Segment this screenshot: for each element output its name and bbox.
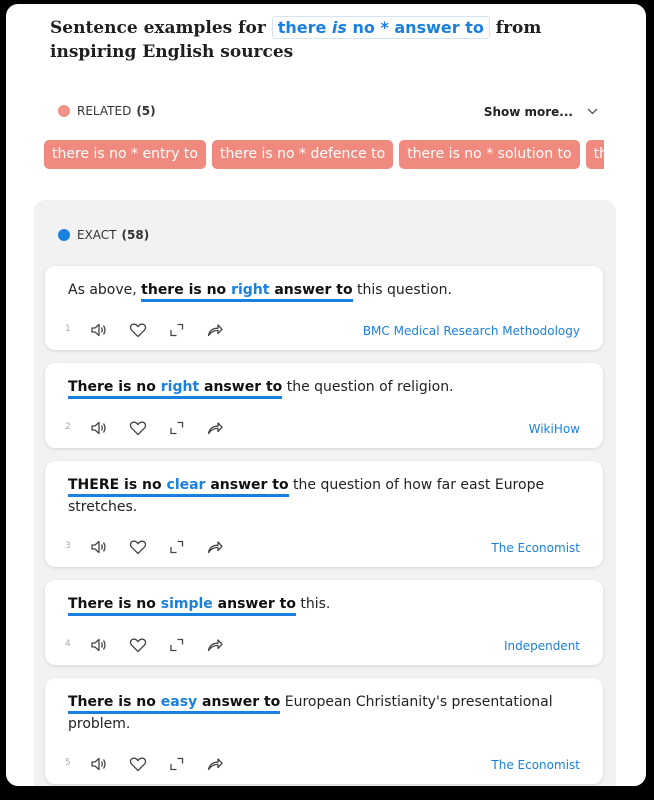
speaker-icon[interactable]: [89, 635, 109, 655]
example-actions: 4: [65, 635, 265, 655]
phrase-end: answer to: [199, 379, 283, 395]
example-card[interactable]: There is no simple answer to this. 4 Indep…: [45, 580, 603, 665]
phrase-end: answer to: [205, 477, 289, 493]
sentence-suffix: the question of religion.: [282, 379, 454, 395]
example-sentence: THERE is no clear answer to the question…: [68, 474, 578, 518]
phrase-end: answer to: [197, 694, 281, 710]
chevron-down-icon: [587, 102, 598, 120]
source-link[interactable]: BMC Medical Research Methodology: [363, 324, 580, 338]
share-icon[interactable]: [205, 537, 225, 557]
related-chip[interactable]: there is no * solution to: [399, 140, 580, 169]
heart-icon[interactable]: [128, 320, 148, 340]
example-card[interactable]: There is no easy answer to European Chri…: [45, 678, 603, 784]
related-label: RELATED: [77, 104, 132, 118]
speaker-icon[interactable]: [89, 754, 109, 774]
expand-icon[interactable]: [167, 320, 187, 340]
example-number: 5: [65, 758, 71, 768]
speaker-icon[interactable]: [89, 418, 109, 438]
share-icon[interactable]: [205, 418, 225, 438]
example-card[interactable]: THERE is no clear answer to the question…: [45, 461, 603, 567]
related-label-wrap: RELATED (5): [77, 102, 156, 120]
exact-label: EXACT: [77, 228, 117, 242]
wildcard-word: right: [231, 282, 270, 298]
speaker-icon[interactable]: [89, 537, 109, 557]
example-sentence: There is no easy answer to European Chri…: [68, 691, 578, 735]
expand-icon[interactable]: [167, 418, 187, 438]
phrase-start: THERE is no: [68, 477, 167, 493]
example-number: 1: [65, 324, 71, 334]
query-text-italic: is: [331, 18, 347, 37]
related-count: (5): [136, 104, 156, 118]
matched-phrase: there is no right answer to: [141, 282, 353, 302]
matched-phrase: There is no right answer to: [68, 379, 283, 399]
phrase-start: There is no: [68, 379, 161, 395]
speaker-icon[interactable]: [89, 320, 109, 340]
example-number: 2: [65, 422, 71, 432]
sentence-suffix: this.: [295, 596, 331, 612]
related-chip[interactable]: there is no * defence to: [211, 140, 394, 169]
page-title: Sentence examples for there is no * answ…: [50, 16, 610, 64]
related-dot-icon: [58, 105, 70, 117]
expand-icon[interactable]: [167, 635, 187, 655]
example-number: 4: [65, 639, 71, 649]
phrase-start: There is no: [68, 694, 161, 710]
source-link[interactable]: The Economist: [491, 758, 580, 772]
title-prefix: Sentence examples for: [50, 18, 266, 38]
show-more-button[interactable]: Show more...: [484, 102, 598, 121]
example-card[interactable]: There is no right answer to the question…: [45, 363, 603, 448]
example-actions: 5: [65, 754, 265, 774]
heart-icon[interactable]: [128, 635, 148, 655]
matched-phrase: There is no simple answer to: [68, 596, 296, 616]
share-icon[interactable]: [205, 635, 225, 655]
phrase-start: There is no: [68, 596, 161, 612]
wildcard-word: clear: [166, 477, 206, 493]
exact-label-wrap: EXACT (58): [77, 226, 149, 244]
example-actions: 2: [65, 418, 265, 438]
matched-phrase: THERE is no clear answer to: [68, 477, 289, 497]
heart-icon[interactable]: [128, 537, 148, 557]
source-link[interactable]: WikiHow: [529, 422, 580, 436]
exact-dot-icon: [58, 229, 70, 241]
wildcard-word: simple: [160, 596, 213, 612]
example-number: 3: [65, 541, 71, 551]
example-card[interactable]: As above, there is no right answer to th…: [45, 266, 603, 350]
phrase-end: answer to: [269, 282, 353, 298]
example-sentence: As above, there is no right answer to th…: [68, 279, 578, 302]
example-sentence: There is no right answer to the question…: [68, 376, 578, 399]
related-chip[interactable]: there is no * entry to: [44, 140, 206, 169]
sentence-suffix: this question.: [352, 282, 452, 298]
example-sentence: There is no simple answer to this.: [68, 593, 578, 616]
show-more-label: Show more...: [483, 105, 573, 119]
expand-icon[interactable]: [167, 537, 187, 557]
expand-icon[interactable]: [167, 754, 187, 774]
sentence-prefix: As above,: [68, 282, 142, 298]
related-chip[interactable]: there: [585, 140, 604, 169]
heart-icon[interactable]: [128, 754, 148, 774]
query-text-a: there: [277, 18, 332, 37]
phrase-start: there is no: [141, 282, 232, 298]
sentence-examples-panel: Sentence examples for there is no * answ…: [6, 4, 646, 786]
query-text-b: no * answer to: [346, 18, 484, 37]
exact-header: EXACT (58): [58, 226, 258, 244]
query-chip[interactable]: there is no * answer to: [271, 16, 490, 39]
matched-phrase: There is no easy answer to: [68, 694, 281, 714]
wildcard-word: easy: [160, 694, 198, 710]
share-icon[interactable]: [205, 320, 225, 340]
heart-icon[interactable]: [128, 418, 148, 438]
phrase-end: answer to: [212, 596, 296, 612]
exact-section: EXACT (58) As above, there is no right an…: [34, 200, 616, 786]
related-header: RELATED (5) Show more...: [58, 102, 598, 120]
share-icon[interactable]: [205, 754, 225, 774]
source-link[interactable]: Independent: [504, 639, 580, 653]
example-actions: 1: [65, 320, 265, 340]
source-link[interactable]: The Economist: [491, 541, 580, 555]
related-chips: there is no * entry to there is no * defe…: [44, 140, 604, 170]
example-actions: 3: [65, 537, 265, 557]
wildcard-word: right: [160, 379, 200, 395]
exact-count: (58): [121, 228, 150, 242]
